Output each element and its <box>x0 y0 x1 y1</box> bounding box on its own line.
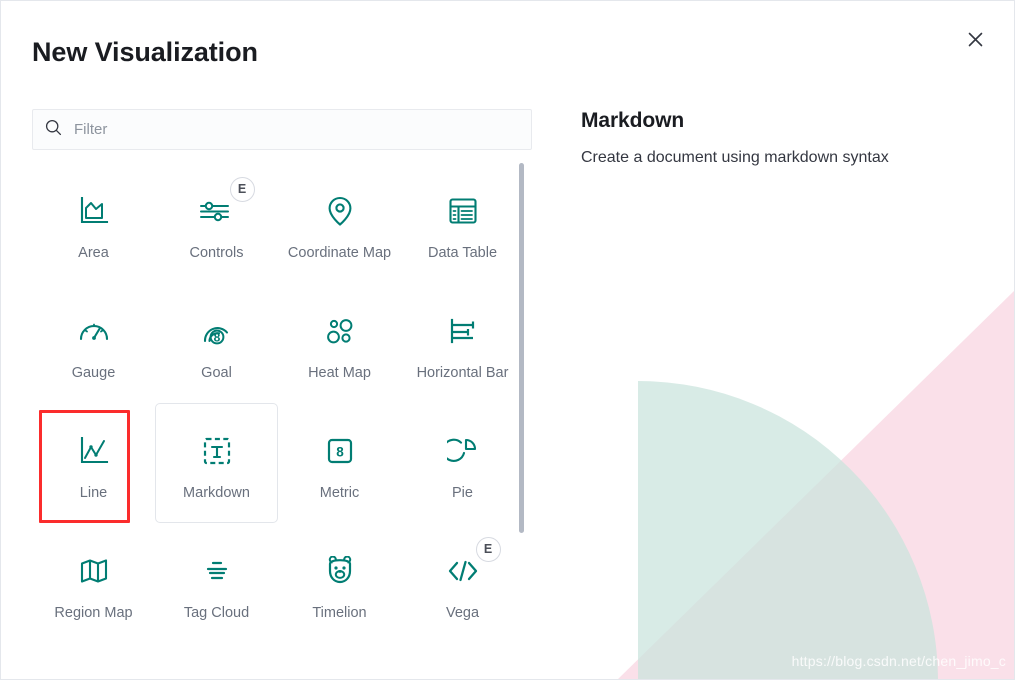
horizontal-bar-icon <box>435 308 491 354</box>
experimental-badge: E <box>475 536 501 562</box>
vis-type-label: Timelion <box>312 604 367 621</box>
map-pin-icon <box>312 188 368 234</box>
gauge-icon <box>66 308 122 354</box>
vis-type-card-vega[interactable]: E Vega <box>401 523 524 643</box>
vis-type-label: Pie <box>452 484 473 501</box>
vis-type-label: Line <box>79 484 108 501</box>
grid-scrollbar[interactable] <box>519 163 524 675</box>
vis-type-card-coordinate-map[interactable]: Coordinate Map <box>278 163 401 283</box>
vis-type-label: Data Table <box>427 244 498 261</box>
vis-type-label: Tag Cloud <box>183 604 250 621</box>
metric-icon: 8 <box>312 428 368 474</box>
search-icon <box>45 119 62 141</box>
code-brackets-icon: E <box>435 536 501 594</box>
vis-type-label: Area <box>78 244 109 261</box>
vis-type-card-area[interactable]: Area <box>32 163 155 283</box>
close-icon <box>968 32 983 50</box>
detail-title: Markdown <box>581 109 685 132</box>
decorative-teal-quarter-circle <box>638 381 938 679</box>
detail-description: Create a document using markdown syntax <box>581 149 889 166</box>
vis-type-label: Goal <box>201 364 232 381</box>
vis-type-card-horizontal-bar[interactable]: Horizontal Bar <box>401 283 524 403</box>
vis-type-card-heat-map[interactable]: Heat Map <box>278 283 401 403</box>
svg-text:8: 8 <box>336 444 344 459</box>
sliders-icon: E <box>189 176 255 234</box>
visualization-type-panel: Area E Controls Coordinate Map Data Table Gau… <box>1 95 546 679</box>
vis-type-card-region-map[interactable]: Region Map <box>32 523 155 643</box>
vis-type-card-timelion[interactable]: Timelion <box>278 523 401 643</box>
vis-type-card-controls[interactable]: E Controls <box>155 163 278 283</box>
page-title: New Visualization <box>32 37 258 67</box>
timelion-bear-icon <box>312 548 368 594</box>
watermark-text: https://blog.csdn.net/chen_jimo_c <box>791 653 1006 669</box>
line-chart-icon <box>66 428 122 474</box>
vis-type-card-tag-cloud[interactable]: Tag Cloud <box>155 523 278 643</box>
vis-type-card-goal[interactable]: 8 Goal <box>155 283 278 403</box>
vis-type-card-gauge[interactable]: Gauge <box>32 283 155 403</box>
vis-type-card-line[interactable]: Line <box>32 403 155 523</box>
vis-type-label: Region Map <box>54 604 133 621</box>
vis-type-label: Gauge <box>71 364 116 381</box>
vis-type-card-data-table[interactable]: Data Table <box>401 163 524 283</box>
search-box[interactable] <box>32 109 532 150</box>
vis-type-label: Heat Map <box>308 364 371 381</box>
vis-type-label: Horizontal Bar <box>416 364 509 381</box>
vis-type-label: Markdown <box>183 484 250 501</box>
visualization-detail-panel: Markdown Create a document using markdow… <box>581 109 981 169</box>
vis-type-label: Coordinate Map <box>287 244 392 261</box>
goal-icon: 8 <box>189 308 245 354</box>
close-button[interactable] <box>961 27 989 55</box>
grid-scrollbar-thumb[interactable] <box>519 163 524 533</box>
decorative-pink-triangle <box>616 289 1014 679</box>
vis-type-card-markdown[interactable]: Markdown <box>155 403 278 523</box>
vis-type-card-metric[interactable]: 8 Metric <box>278 403 401 523</box>
filter-row <box>32 109 532 150</box>
vis-type-label: Metric <box>319 484 360 501</box>
search-input[interactable] <box>74 121 519 138</box>
visualization-grid-scroll-area: Area E Controls Coordinate Map Data Table Gau… <box>32 163 524 675</box>
tag-cloud-icon <box>189 548 245 594</box>
new-visualization-modal: https://blog.csdn.net/chen_jimo_c New Vi… <box>0 0 1015 680</box>
visualization-grid: Area E Controls Coordinate Map Data Table Gau… <box>32 163 524 643</box>
markdown-text-icon <box>189 428 245 474</box>
vis-type-label: Controls <box>189 244 244 261</box>
vis-type-label: Vega <box>445 604 480 621</box>
vis-type-card-pie[interactable]: Pie <box>401 403 524 523</box>
heat-map-icon <box>312 308 368 354</box>
pie-chart-icon <box>435 428 491 474</box>
table-icon <box>435 188 491 234</box>
experimental-badge: E <box>229 176 255 202</box>
area-chart-icon <box>66 188 122 234</box>
region-map-icon <box>66 548 122 594</box>
